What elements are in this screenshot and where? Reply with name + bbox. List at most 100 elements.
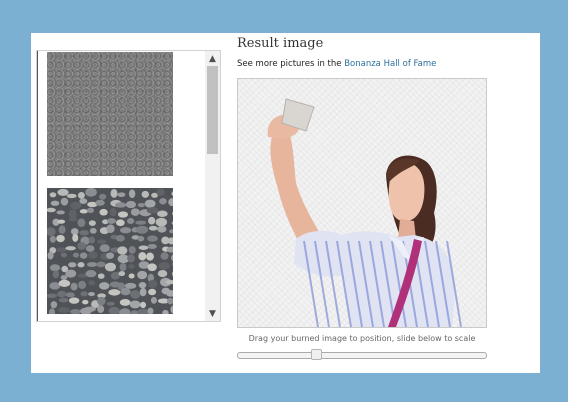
pebble [88, 251, 98, 259]
list-edge-line [37, 51, 38, 321]
pebble [119, 227, 132, 234]
pebble [140, 301, 147, 309]
see-more-prefix: See more pictures in the [237, 59, 345, 69]
pebble [115, 202, 127, 208]
pebble [95, 199, 105, 206]
pebble [147, 243, 157, 250]
slider-track[interactable] [237, 352, 487, 359]
pebble [77, 191, 85, 199]
pebble [86, 262, 98, 267]
pebble [144, 199, 156, 208]
editor-panel: ▲ ▼ Result image See more pictures in th… [31, 33, 540, 373]
result-image-canvas[interactable] [237, 78, 487, 328]
see-more-text: See more pictures in the Bonanza Hall of… [237, 59, 436, 69]
pebble [56, 210, 65, 215]
pebble [126, 218, 135, 224]
pebble [139, 287, 147, 297]
pebble [57, 290, 67, 298]
pebble [79, 252, 88, 259]
pebble [146, 206, 159, 214]
texture-thumbnail-asphalt[interactable] [47, 52, 173, 176]
pebble [136, 225, 149, 234]
pebble [79, 198, 88, 205]
pebble [150, 296, 157, 304]
slider-handle[interactable] [311, 349, 322, 360]
pebble [57, 219, 66, 224]
pebble [147, 216, 156, 225]
pebble [99, 193, 107, 200]
pebble [79, 209, 88, 214]
scroll-down-arrow-icon[interactable]: ▼ [205, 306, 220, 321]
texture-thumbnail-pebbles[interactable] [47, 188, 173, 314]
pebble [135, 220, 147, 225]
pebble [68, 209, 77, 219]
pebble [160, 252, 169, 260]
result-title: Result image [237, 36, 324, 51]
pebble [56, 234, 65, 243]
pebble [110, 188, 118, 198]
instruction-caption: Drag your burned image to position, slid… [248, 334, 476, 343]
pebble [60, 252, 67, 258]
pebble [99, 208, 108, 216]
list-scrollbar[interactable]: ▲ ▼ [205, 51, 220, 321]
pebble [65, 269, 77, 278]
pebble [85, 245, 95, 252]
pebbles-image [47, 188, 173, 314]
pebble [49, 282, 61, 290]
pebble [117, 211, 129, 218]
hall-of-fame-link[interactable]: Bonanza Hall of Fame [344, 59, 436, 69]
pebble [84, 306, 96, 312]
pebble [66, 193, 77, 199]
pebble [99, 282, 110, 290]
pebble [104, 262, 116, 272]
pebble [88, 292, 95, 297]
pebble [65, 292, 75, 298]
pebble [137, 235, 145, 242]
pebble [97, 305, 105, 314]
pebble [148, 225, 158, 231]
pebble [56, 247, 67, 253]
pebble [106, 252, 115, 259]
pebble [158, 262, 170, 270]
pebble [58, 279, 71, 287]
pebble [58, 225, 66, 234]
scroll-thumb[interactable] [207, 66, 218, 154]
pebble [127, 254, 135, 263]
pebble [109, 207, 117, 217]
pebble [138, 251, 147, 261]
pebble [99, 244, 110, 253]
pebble [47, 251, 54, 260]
pebble [97, 239, 107, 245]
pebble [85, 269, 97, 278]
pebble [77, 262, 85, 268]
pebble [70, 282, 78, 291]
pebble [138, 281, 147, 289]
pebble [82, 299, 89, 305]
pebble [58, 297, 69, 303]
pebble [89, 227, 97, 234]
scroll-up-arrow-icon[interactable]: ▲ [205, 51, 220, 66]
pebble [119, 262, 127, 272]
pebble [128, 189, 136, 199]
scale-slider[interactable] [237, 349, 487, 360]
pebble [157, 210, 168, 218]
pebble [68, 216, 78, 222]
pebble [137, 270, 148, 280]
pebble [148, 288, 157, 296]
pebble [88, 236, 96, 244]
pebble [155, 217, 168, 227]
pebble [106, 218, 117, 224]
pebble [77, 218, 86, 227]
texture-list[interactable]: ▲ ▼ [36, 50, 221, 322]
pebble [52, 270, 60, 279]
pebble [157, 225, 167, 233]
pebble [70, 201, 82, 210]
pebble [88, 280, 96, 286]
pebble [68, 297, 80, 304]
pebble [68, 262, 77, 268]
pebble [80, 291, 88, 297]
pebble [117, 246, 128, 255]
pebble [106, 224, 115, 234]
pebble [78, 280, 87, 290]
pebble [77, 242, 87, 250]
